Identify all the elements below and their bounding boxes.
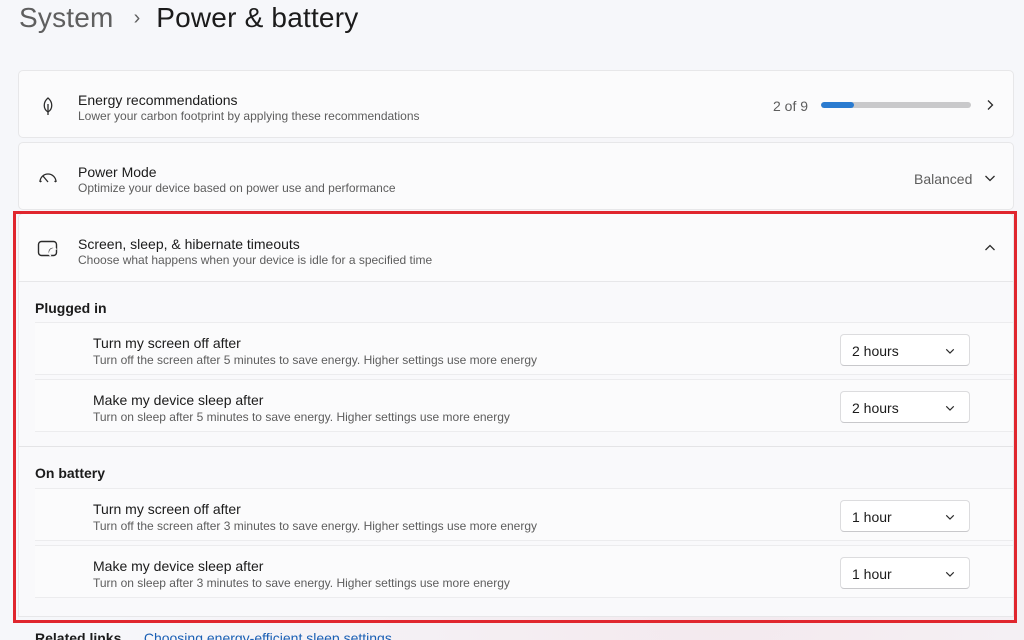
plugged-sleep-dropdown[interactable]: 2 hours (840, 391, 970, 423)
chevron-down-icon (942, 400, 958, 416)
breadcrumb-separator-icon: › (133, 7, 141, 29)
chevron-down-icon (942, 343, 958, 359)
screen-sleep-icon (37, 238, 59, 260)
energy-progress-bar (821, 102, 971, 108)
energy-progress-label: 2 of 9 (773, 98, 809, 114)
timeouts-body: Plugged in Turn my screen off after Turn… (18, 282, 1014, 617)
battery-sleep-row: Make my device sleep after Turn on sleep… (35, 545, 1013, 598)
power-mode-card[interactable]: Power Mode Optimize your device based on… (18, 142, 1014, 210)
speedometer-icon (37, 167, 59, 189)
leaf-icon (37, 95, 59, 117)
related-link-sleep-settings[interactable]: Choosing energy-efficient sleep settings (144, 630, 392, 640)
battery-screen-off-title: Turn my screen off after (93, 501, 241, 517)
battery-sleep-dropdown[interactable]: 1 hour (840, 557, 970, 589)
plugged-sleep-subtitle: Turn on sleep after 5 minutes to save en… (93, 410, 510, 424)
battery-sleep-value: 1 hour (852, 566, 892, 582)
timeouts-subtitle: Choose what happens when your device is … (78, 253, 433, 267)
timeouts-card: Screen, sleep, & hibernate timeouts Choo… (18, 213, 1014, 617)
chevron-down-icon (942, 509, 958, 525)
battery-screen-off-subtitle: Turn off the screen after 3 minutes to s… (93, 519, 538, 533)
breadcrumb-parent[interactable]: System (19, 1, 114, 35)
chevron-down-icon[interactable] (982, 170, 998, 186)
chevron-up-icon[interactable] (982, 240, 998, 256)
timeouts-header[interactable]: Screen, sleep, & hibernate timeouts Choo… (18, 213, 1014, 282)
energy-recommendations-card[interactable]: Energy recommendations Lower your carbon… (18, 70, 1014, 138)
plugged-sleep-title: Make my device sleep after (93, 392, 264, 408)
plugged-screen-off-value: 2 hours (852, 343, 899, 359)
battery-sleep-subtitle: Turn on sleep after 3 minutes to save en… (93, 576, 510, 590)
battery-screen-off-dropdown[interactable]: 1 hour (840, 500, 970, 532)
plugged-screen-off-dropdown[interactable]: 2 hours (840, 334, 970, 366)
energy-title: Energy recommendations (78, 92, 238, 108)
related-links-label: Related links (35, 630, 122, 640)
plugged-sleep-value: 2 hours (852, 400, 899, 416)
breadcrumb: System › Power & battery (19, 0, 358, 36)
battery-screen-off-value: 1 hour (852, 509, 892, 525)
power-mode-value[interactable]: Balanced (914, 171, 972, 187)
plugged-screen-off-title: Turn my screen off after (93, 335, 241, 351)
battery-screen-off-row: Turn my screen off after Turn off the sc… (35, 488, 1013, 541)
chevron-down-icon (942, 566, 958, 582)
timeouts-title: Screen, sleep, & hibernate timeouts (78, 236, 300, 252)
power-mode-title: Power Mode (78, 164, 157, 180)
related-links: Related links Choosing energy-efficient … (35, 630, 392, 640)
on-battery-heading: On battery (35, 465, 106, 481)
section-divider (19, 446, 1013, 447)
battery-sleep-title: Make my device sleep after (93, 558, 264, 574)
energy-progress-fill (821, 102, 854, 108)
chevron-right-icon (982, 97, 998, 113)
page-title: Power & battery (156, 2, 359, 33)
plugged-screen-off-subtitle: Turn off the screen after 5 minutes to s… (93, 353, 538, 367)
plugged-in-heading: Plugged in (35, 300, 107, 316)
plugged-screen-off-row: Turn my screen off after Turn off the sc… (35, 322, 1013, 375)
energy-subtitle: Lower your carbon footprint by applying … (78, 109, 420, 123)
power-mode-subtitle: Optimize your device based on power use … (78, 181, 396, 195)
plugged-sleep-row: Make my device sleep after Turn on sleep… (35, 379, 1013, 432)
